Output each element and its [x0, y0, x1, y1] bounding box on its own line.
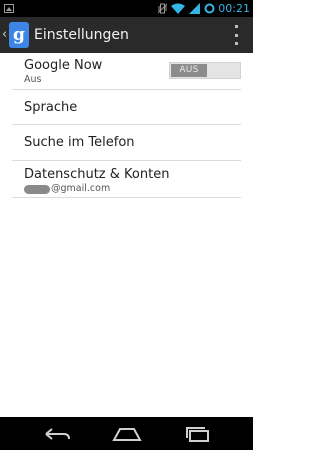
signal-icon — [189, 0, 200, 18]
setting-suche[interactable]: Suche im Telefon — [12, 125, 241, 161]
google-search-app-icon[interactable]: g — [9, 22, 29, 48]
navigation-bar — [0, 417, 253, 450]
setting-suche-title: Suche im Telefon — [24, 135, 135, 150]
settings-list: Google Now Aus AUS Sprache Suche im Tele… — [0, 53, 253, 198]
up-navigation-icon[interactable]: ‹ — [2, 28, 7, 41]
wifi-icon — [171, 0, 185, 18]
google-now-toggle[interactable]: AUS — [169, 62, 241, 79]
notification-icon — [4, 4, 14, 13]
setting-sprache[interactable]: Sprache — [12, 90, 241, 125]
sync-icon — [204, 0, 215, 18]
redacted-username — [24, 184, 50, 194]
action-bar: ‹ g Einstellungen — [0, 17, 253, 53]
setting-datenschutz-konten[interactable]: Datenschutz & Konten @gmail.com — [12, 161, 241, 198]
overflow-menu-icon[interactable] — [235, 25, 239, 45]
account-email-suffix: @gmail.com — [51, 183, 111, 194]
recent-apps-icon[interactable] — [183, 425, 213, 443]
setting-konten-title: Datenschutz & Konten — [24, 167, 170, 182]
home-icon[interactable] — [112, 425, 142, 443]
status-time: 00:21 — [218, 2, 250, 15]
toggle-label: AUS — [171, 64, 207, 77]
page-title: Einstellungen — [34, 27, 129, 43]
setting-sprache-title: Sprache — [24, 100, 78, 115]
status-icons — [157, 0, 215, 18]
status-bar: 00:21 — [0, 0, 253, 17]
account-email: @gmail.com — [24, 183, 241, 195]
vibrate-icon — [157, 0, 168, 18]
back-icon[interactable] — [42, 425, 72, 443]
setting-google-now[interactable]: Google Now Aus AUS — [12, 53, 241, 90]
